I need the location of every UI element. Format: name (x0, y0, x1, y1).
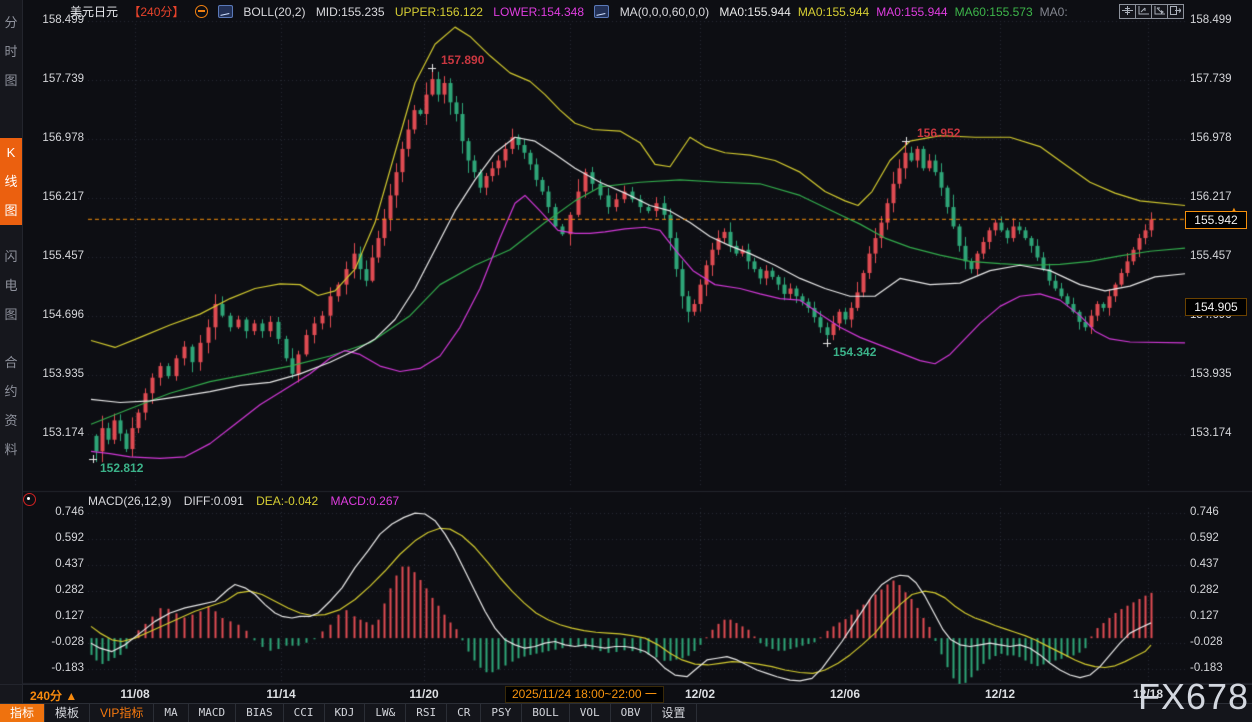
toolbar-item-MACD[interactable]: MACD (189, 704, 237, 722)
current-price-tag: 155.942 (1185, 211, 1247, 229)
axis-label-right: 0.282 (1190, 584, 1248, 596)
toolbar-item-BOLL[interactable]: BOLL (522, 704, 570, 722)
ma-value: MA0:155.944 (798, 5, 869, 19)
toolbar-item-CR[interactable]: CR (447, 704, 481, 722)
axis-label-left: 154.696 (26, 309, 84, 321)
axis-label-right: 153.174 (1190, 427, 1248, 439)
axis-label-left: 155.457 (26, 250, 84, 262)
axis-label-right: 155.457 (1190, 250, 1248, 262)
axis-label-left: 156.978 (26, 132, 84, 144)
toolbar-item-KDJ[interactable]: KDJ (325, 704, 366, 722)
date-tick: 11/08 (120, 687, 149, 701)
macd-diff-value: DIFF:0.091 (184, 494, 244, 508)
price-annotation: 154.342 (833, 345, 876, 359)
toolbar-item-OBV[interactable]: OBV (611, 704, 652, 722)
axis-label-right: 0.437 (1190, 558, 1248, 570)
time-tooltip: 2025/11/24 18:00~22:00 一 (505, 686, 664, 703)
macd-settings-icon[interactable] (23, 493, 36, 506)
date-tick: 11/20 (409, 687, 438, 701)
indicator-header: 美元日元 【240分】 BOLL(20,2) MID:155.235 UPPER… (70, 3, 1082, 19)
axis-label-right: 0.592 (1190, 532, 1248, 544)
time-axis: 240分 ▲ 11/0811/1411/2012/0212/0612/1212/… (0, 684, 1252, 704)
zoom-axis-left-icon[interactable] (1135, 4, 1152, 19)
axis-label-right: -0.183 (1190, 662, 1248, 674)
axis-label-right: 156.978 (1190, 132, 1248, 144)
date-tick: 11/14 (266, 687, 295, 701)
boll-upper-value: UPPER:156.122 (395, 5, 483, 19)
boll-lower-value: LOWER:154.348 (493, 5, 584, 19)
boll-mid-value: MID:155.235 (316, 5, 385, 19)
toolbar-item-MA[interactable]: MA (154, 704, 188, 722)
price-annotation: 157.890 (441, 53, 484, 67)
date-tick: 12/02 (685, 687, 715, 701)
pan-right-icon[interactable] (1167, 4, 1184, 19)
ma-label: MA(0,0,0,60,0,0) (620, 5, 709, 19)
ma-value: MA60:155.573 (955, 5, 1033, 19)
axis-label-right: 156.217 (1190, 191, 1248, 203)
axis-label-left: 0.282 (26, 584, 84, 596)
axis-label-left: 153.935 (26, 368, 84, 380)
axis-label-right: 157.739 (1190, 73, 1248, 85)
timeframe-label[interactable]: 240分 ▲ (30, 687, 77, 704)
toolbar-item-VIP指标[interactable]: VIP指标 (90, 704, 154, 722)
toolbar-item-指标[interactable]: 指标 (0, 704, 45, 722)
axis-label-left: 157.739 (26, 73, 84, 85)
sidebar-tab-分时图[interactable]: 分时图 (0, 8, 22, 95)
axis-label-right: 0.746 (1190, 506, 1248, 518)
axis-label-left: 0.127 (26, 610, 84, 622)
sidebar-tab-合约资料[interactable]: 合约资料 (0, 348, 22, 464)
axis-label-right: 0.127 (1190, 610, 1248, 622)
boll-label: BOLL(20,2) (243, 5, 305, 19)
axis-label-left: 156.217 (26, 191, 84, 203)
period-label: 【240分】 (128, 5, 184, 19)
crosshair-icon[interactable] (1119, 4, 1136, 19)
ma-chart-icon[interactable] (594, 5, 609, 18)
price-annotation: 152.812 (100, 461, 143, 475)
ma-value: MA0: (1040, 5, 1068, 19)
ma-values: MA0:155.944 MA0:155.944 MA0:155.944 MA60:15… (719, 4, 1074, 18)
sidebar-tab-K线图[interactable]: K线图 (0, 138, 22, 225)
axis-label-right: -0.028 (1190, 636, 1248, 648)
sidebar-tab-闪电图[interactable]: 闪电图 (0, 242, 22, 329)
axis-label-left: -0.183 (26, 662, 84, 674)
trading-app-window: 分时图 K线图闪电图合约资料 美元日元 【240分】 BOLL(20,2) MID… (0, 0, 1252, 722)
boll-chart-icon[interactable] (218, 5, 233, 18)
sidebar: 分时图 K线图闪电图合约资料 (0, 0, 23, 703)
toolbar-item-设置[interactable]: 设置 (652, 704, 697, 722)
axis-label-left: 0.746 (26, 506, 84, 518)
toolbar-item-模板[interactable]: 模板 (45, 704, 90, 722)
toolbar-item-PSY[interactable]: PSY (481, 704, 522, 722)
toolbar-item-CCI[interactable]: CCI (284, 704, 325, 722)
bottom-toolbar: 指标模板VIP指标MAMACDBIASCCIKDJLW&RSICRPSYBOLL… (0, 703, 1252, 722)
chart-canvas[interactable] (0, 0, 1252, 722)
axis-label-left: 0.437 (26, 558, 84, 570)
toolbar-item-VOL[interactable]: VOL (570, 704, 611, 722)
axis-label-left: 0.592 (26, 532, 84, 544)
secondary-price-tag: 154.905 (1185, 298, 1247, 316)
macd-header: MACD(26,12,9) DIFF:0.091 DEA:-0.042 MACD… (88, 494, 408, 508)
axis-label-right: 153.935 (1190, 368, 1248, 380)
zoom-axis-right-icon[interactable] (1151, 4, 1168, 19)
collapse-indicator-icon[interactable] (195, 5, 208, 18)
price-annotation: 156.952 (917, 126, 960, 140)
macd-title: MACD(26,12,9) (88, 494, 171, 508)
date-tick: 12/06 (830, 687, 860, 701)
toolbar-item-RSI[interactable]: RSI (406, 704, 447, 722)
watermark: FX678 (1138, 676, 1249, 718)
ma-value: MA0:155.944 (719, 5, 790, 19)
date-tick: 12/12 (985, 687, 1015, 701)
macd-macd-value: MACD:0.267 (330, 494, 399, 508)
axis-label-left: 153.174 (26, 427, 84, 439)
toolbar-item-LW&[interactable]: LW& (365, 704, 406, 722)
axis-label-right: 158.499 (1190, 14, 1248, 26)
toolbar-item-BIAS[interactable]: BIAS (236, 704, 284, 722)
macd-dea-value: DEA:-0.042 (256, 494, 318, 508)
axis-label-left: 158.499 (26, 14, 84, 26)
axis-label-left: -0.028 (26, 636, 84, 648)
ma-value: MA0:155.944 (876, 5, 947, 19)
